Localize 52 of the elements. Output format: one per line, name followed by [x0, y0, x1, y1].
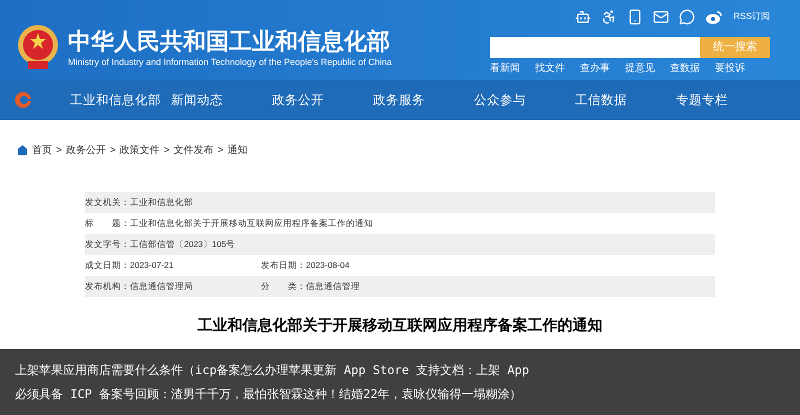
site-title: 中华人民共和国工业和信息化部: [68, 27, 391, 56]
meta-value: 工信部信管〔2023〕105号: [130, 238, 236, 251]
breadcrumb-link[interactable]: 政策文件: [120, 143, 160, 158]
mail-icon[interactable]: [653, 9, 670, 25]
rss-link[interactable]: RSS订阅: [733, 10, 770, 24]
logo-icon: [14, 91, 32, 109]
breadcrumb-separator: >: [110, 144, 116, 158]
meta-value: 信息通信管理: [306, 280, 360, 293]
meta-value: 信息通信管理局: [130, 280, 193, 293]
quick-link[interactable]: 要投诉: [715, 61, 745, 76]
meta-label: 分 类：: [261, 280, 306, 293]
nav-item[interactable]: 政务服务: [373, 90, 474, 110]
breadcrumb-link[interactable]: 通知: [227, 143, 248, 158]
breadcrumb-separator: >: [164, 144, 170, 158]
phone-icon[interactable]: [627, 9, 644, 25]
site-subtitle: Ministry of Industry and Information Technology of the People's Republic of China: [68, 56, 392, 68]
meta-label: 发文机关：: [85, 196, 130, 209]
breadcrumb-separator: >: [218, 144, 224, 158]
nav-item[interactable]: 工信数据: [575, 90, 676, 110]
caption-line: 上架苹果应用商店需要什么条件（icp备案怎么办理苹果更新 App Store 支持文档：上架 App: [15, 362, 530, 379]
nav-item[interactable]: 公众参与: [474, 90, 575, 110]
meta-label: 成文日期：: [85, 259, 130, 272]
search-field[interactable]: [490, 37, 700, 58]
quick-link[interactable]: 提意见: [625, 61, 655, 76]
quick-link[interactable]: 看新闻: [490, 61, 520, 76]
breadcrumb-link[interactable]: 政务公开: [66, 143, 106, 158]
chat-icon[interactable]: [679, 9, 696, 25]
emblem-icon: [16, 23, 60, 71]
nav-item[interactable]: 政务公开: [272, 90, 373, 110]
quick-link[interactable]: 找文件: [535, 61, 565, 76]
breadcrumb-link[interactable]: 首页: [32, 143, 52, 158]
quick-link[interactable]: 查办事: [580, 61, 610, 76]
document-title: 工业和信息化部关于开展移动互联网应用程序备案工作的通知: [198, 316, 602, 336]
nav-item[interactable]: 新闻动态: [171, 90, 272, 110]
quick-link[interactable]: 查数据: [670, 61, 700, 76]
nav-item[interactable]: 工业和信息化部: [70, 90, 171, 110]
breadcrumb-separator: >: [56, 144, 62, 158]
meta-value: 2023-07-21: [130, 259, 174, 272]
weibo-icon[interactable]: [705, 10, 724, 24]
robot-icon[interactable]: [575, 9, 592, 25]
meta-label: 标 题：: [85, 217, 130, 230]
meta-label: 发文字号：: [85, 238, 130, 251]
caption-line: 必须具备 ICP 备案号回顾：渣男千千万，最怕张智霖这种！结婚22年，袁咏仪输得一塌糊涂）: [15, 386, 523, 403]
meta-label: 发布机构：: [85, 280, 130, 293]
home-icon[interactable]: [17, 145, 28, 156]
meta-value: 2023-08-04: [306, 259, 350, 272]
meta-label: 发布日期：: [261, 259, 306, 272]
nav-item[interactable]: 专题专栏: [676, 90, 777, 110]
meta-value: 工业和信息化部: [130, 196, 193, 209]
meta-value: 工业和信息化部关于开展移动互联网应用程序备案工作的通知: [130, 217, 373, 230]
accessibility-icon[interactable]: [601, 9, 618, 25]
breadcrumb-link[interactable]: 文件发布: [174, 143, 214, 158]
